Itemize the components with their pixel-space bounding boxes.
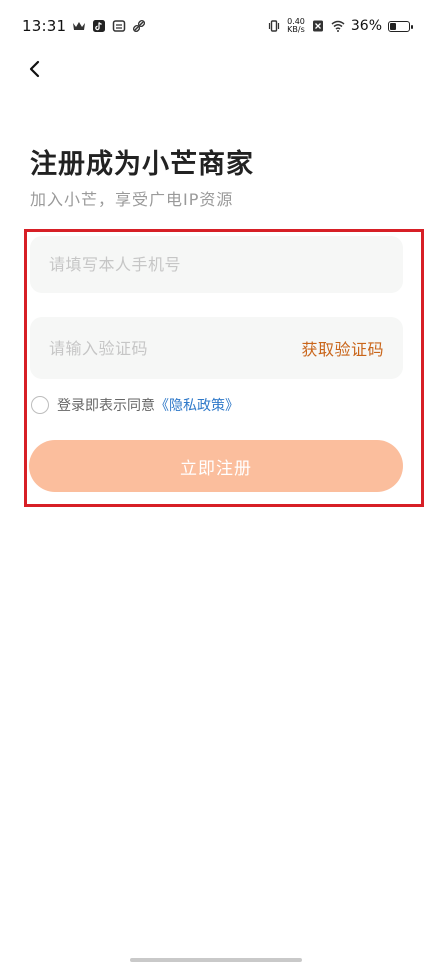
- privacy-policy-link[interactable]: 《隐私政策》: [155, 395, 239, 415]
- phone-input-container: [30, 236, 403, 293]
- phone-input[interactable]: [49, 255, 279, 274]
- register-button[interactable]: 立即注册: [29, 440, 403, 492]
- battery-icon: [388, 20, 413, 32]
- sim-off-icon: [311, 19, 325, 33]
- status-right: 0.40 KB/s 36%: [267, 18, 413, 34]
- battery-percent: 36%: [350, 18, 382, 34]
- status-bar: 13:31 0.40 KB/s 36%: [0, 0, 432, 52]
- home-indicator: [130, 958, 302, 962]
- wifi-icon: [331, 19, 345, 33]
- code-input-container: 获取验证码: [30, 317, 403, 379]
- page-subtitle: 加入小芒，享受广电IP资源: [30, 190, 234, 209]
- net-speed: 0.40 KB/s: [287, 18, 305, 34]
- status-left: 13:31: [22, 17, 146, 35]
- status-time: 13:31: [22, 17, 67, 35]
- chevron-left-icon: [29, 60, 40, 78]
- link-icon: [132, 19, 146, 33]
- agreement-row: 登录即表示同意 《隐私政策》: [31, 395, 239, 415]
- back-button[interactable]: [20, 54, 50, 84]
- battery-fill: [390, 22, 397, 30]
- mail-box-icon: [112, 19, 126, 33]
- get-code-button[interactable]: 获取验证码: [301, 336, 384, 360]
- agree-text: 登录即表示同意: [57, 398, 155, 414]
- page-title: 注册成为小芒商家: [30, 149, 254, 180]
- vibrate-icon: [267, 19, 281, 33]
- register-screen: 13:31 0.40 KB/s 36% 注册成为小芒商家 加入小芒，享受广电IP…: [0, 0, 432, 964]
- crown-icon: [72, 19, 86, 33]
- agree-radio[interactable]: [31, 396, 49, 414]
- tiktok-icon: [92, 19, 106, 33]
- net-speed-unit: KB/s: [287, 25, 305, 34]
- verification-code-input[interactable]: [49, 338, 279, 358]
